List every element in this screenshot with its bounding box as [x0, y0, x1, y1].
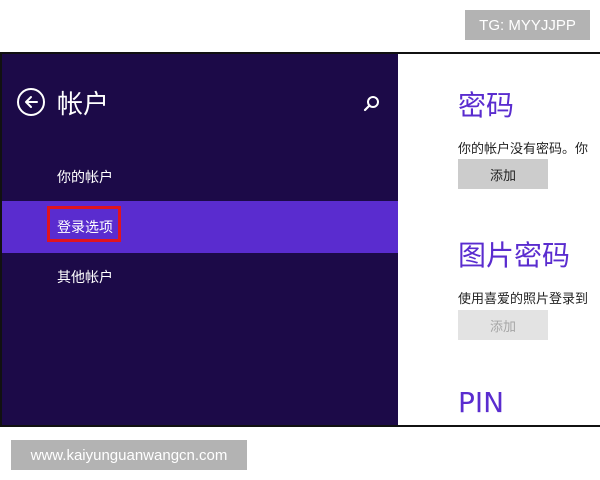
back-arrow-icon	[25, 96, 38, 108]
settings-window: 帐户 你的帐户 登录选项 其他帐户 密码 你的帐户没有密码。你 添加 图片密码 …	[0, 52, 600, 427]
password-section-desc: 你的帐户没有密码。你	[458, 142, 589, 157]
nav-item-label: 你的帐户	[57, 170, 113, 186]
picture-password-section-desc: 使用喜爱的照片登录到	[458, 292, 589, 307]
picture-password-section-title: 图片密码	[458, 239, 571, 272]
password-section-title: 密码	[458, 89, 515, 122]
nav-item-other-accounts[interactable]: 其他帐户	[2, 251, 398, 303]
page-title: 帐户	[57, 90, 110, 120]
watermark-bottom-text: www.kaiyunguanwangcn.com	[30, 446, 228, 464]
search-icon[interactable]	[362, 94, 382, 114]
right-pane: 密码 你的帐户没有密码。你 添加 图片密码 使用喜爱的照片登录到 添加 PIN	[398, 54, 600, 425]
nav-item-label: 其他帐户	[57, 270, 113, 286]
watermark-bottom: www.kaiyunguanwangcn.com	[11, 440, 247, 470]
pin-section-title: PIN	[458, 386, 505, 419]
nav-item-label: 登录选项	[57, 220, 113, 236]
nav-item-your-account[interactable]: 你的帐户	[2, 151, 398, 203]
add-picture-password-button: 添加	[458, 310, 548, 340]
watermark-top-text: TG: MYYJJPP	[479, 16, 576, 34]
watermark-top: TG: MYYJJPP	[465, 10, 590, 40]
nav-item-sign-in-options[interactable]: 登录选项	[2, 201, 398, 253]
add-password-button[interactable]: 添加	[458, 159, 548, 189]
left-pane: 帐户 你的帐户 登录选项 其他帐户	[2, 54, 398, 425]
back-button[interactable]	[17, 88, 45, 116]
